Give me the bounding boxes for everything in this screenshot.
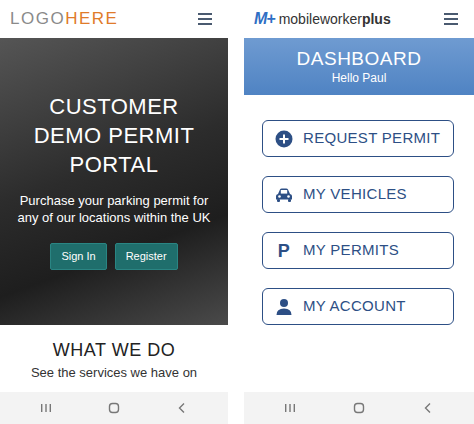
hero-subtitle: Purchase your parking permit for any of … [8,193,220,227]
logo[interactable]: M+mobileworkerplus [254,7,391,31]
what-we-do-section: WHAT WE DO See the services we have on [0,325,228,392]
back-button[interactable] [422,402,434,414]
home-button[interactable] [108,402,120,414]
logo-mark: M+ [254,7,275,31]
action-button[interactable]: P MY PERMITS [262,232,454,269]
recent-apps-button[interactable] [40,402,52,414]
logo-first-part: mobileworker [279,9,362,30]
menu-button[interactable] [440,9,462,29]
dashboard-screen: M+mobileworkerplusDASHBOARDHello PaulREQ… [244,0,474,424]
logo-second-part: HERE [65,6,118,32]
action-label: MY VEHICLES [303,183,407,206]
action-button[interactable]: MY VEHICLES [262,176,454,213]
plus-circle-icon [275,130,293,148]
back-icon [176,402,188,414]
greeting: Hello Paul [250,71,468,85]
action-button[interactable]: MY ACCOUNT [262,288,454,325]
back-button[interactable] [176,402,188,414]
back-icon [422,402,434,414]
section-text: See the services we have on [0,365,228,381]
menu-icon [444,13,458,25]
menu-button[interactable] [194,9,216,29]
system-nav-bar [244,392,474,424]
action-button[interactable]: REQUEST PERMIT [262,120,454,157]
dashboard-banner: DASHBOARDHello Paul [244,38,474,95]
action-list: REQUEST PERMIT MY VEHICLES P MY PERMITS MY A… [244,95,474,325]
home-icon [353,402,365,414]
car-icon [275,186,293,204]
portal-screen: LOGOHERE CUSTOMER DEMO PERMIT PORTAL Purch… [0,0,228,424]
section-title: WHAT WE DO [0,339,228,361]
menu-icon [198,13,212,25]
action-label: MY PERMITS [303,239,399,262]
logo-first-part: LOGO [10,6,65,32]
action-label: MY ACCOUNT [303,295,406,318]
sign-in-button[interactable]: Sign In [50,243,106,270]
register-button[interactable]: Register [115,243,178,270]
logo-second-part: plus [362,9,391,30]
system-nav-bar [0,392,228,424]
recent-apps-icon [40,402,52,414]
dashboard-title: DASHBOARD [250,48,468,71]
logo[interactable]: LOGOHERE [10,6,118,32]
screen-divider [228,0,244,424]
dashboard-body: REQUEST PERMIT MY VEHICLES P MY PERMITS MY A… [244,95,474,392]
recent-apps-icon [284,402,296,414]
hero-title: CUSTOMER DEMO PERMIT PORTAL [8,93,220,179]
person-icon [275,298,293,316]
header-bar: LOGOHERE [0,0,228,38]
hero-buttons: Sign In Register [50,243,177,270]
hero-banner: CUSTOMER DEMO PERMIT PORTAL Purchase your… [0,38,228,325]
recent-apps-button[interactable] [284,402,296,414]
home-button[interactable] [353,402,365,414]
home-icon [108,402,120,414]
action-label: REQUEST PERMIT [303,127,440,150]
header-bar: M+mobileworkerplus [244,0,474,38]
parking-icon: P [275,242,293,260]
